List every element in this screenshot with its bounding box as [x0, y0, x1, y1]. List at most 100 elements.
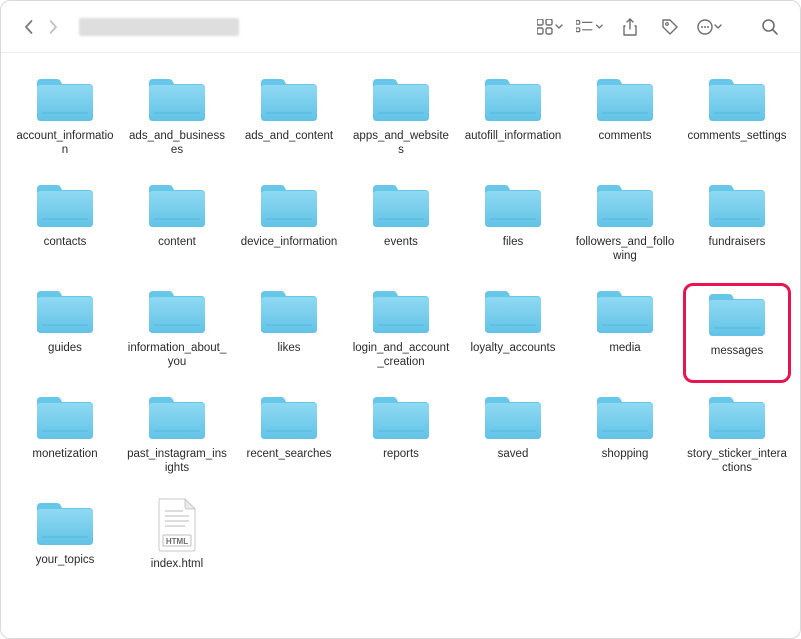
item-label: past_instagram_insights [127, 447, 227, 476]
item-label: messages [711, 344, 763, 358]
svg-text:HTML: HTML [166, 537, 188, 546]
share-icon [622, 18, 638, 36]
folder-icon [481, 179, 545, 231]
item-story-sticker-interactions[interactable]: story_sticker_interactions [683, 389, 791, 489]
forward-button[interactable] [41, 15, 65, 39]
folder-icon [593, 179, 657, 231]
item-label: comments [598, 129, 651, 143]
finder-window: account_information ads_and_businesses a… [0, 0, 801, 639]
item-monetization[interactable]: monetization [11, 389, 119, 489]
folder-icon [257, 179, 321, 231]
item-contacts[interactable]: contacts [11, 177, 119, 277]
item-device-information[interactable]: device_information [235, 177, 343, 277]
html-file-icon: HTML [151, 497, 203, 553]
more-button[interactable] [696, 15, 724, 39]
item-login-and-account-creation[interactable]: login_and_account_creation [347, 283, 455, 383]
item-label: account_information [15, 129, 115, 158]
folder-icon [257, 391, 321, 443]
item-label: contacts [44, 235, 87, 249]
item-index-html[interactable]: HTML index.html [123, 495, 231, 595]
folder-icon [257, 285, 321, 337]
item-account-information[interactable]: account_information [11, 71, 119, 171]
item-media[interactable]: media [571, 283, 679, 383]
item-ads-and-businesses[interactable]: ads_and_businesses [123, 71, 231, 171]
folder-icon [593, 285, 657, 337]
item-recent-searches[interactable]: recent_searches [235, 389, 343, 489]
content-area: account_information ads_and_businesses a… [1, 53, 800, 638]
group-by-button[interactable] [576, 15, 604, 39]
folder-icon [481, 73, 545, 125]
item-label: followers_and_following [575, 235, 675, 264]
back-button[interactable] [17, 15, 41, 39]
folder-icon [481, 285, 545, 337]
folder-icon [145, 391, 209, 443]
item-past-instagram-insights[interactable]: past_instagram_insights [123, 389, 231, 489]
folder-icon [705, 391, 769, 443]
folder-icon [33, 497, 97, 549]
search-button[interactable] [756, 15, 784, 39]
item-label: information_about_you [127, 341, 227, 370]
folder-icon [705, 73, 769, 125]
folder-icon [145, 73, 209, 125]
item-guides[interactable]: guides [11, 283, 119, 383]
folder-icon [369, 179, 433, 231]
more-circle-icon [697, 18, 723, 36]
item-label: story_sticker_interactions [687, 447, 787, 476]
item-label: files [503, 235, 523, 249]
item-loyalty-accounts[interactable]: loyalty_accounts [459, 283, 567, 383]
item-events[interactable]: events [347, 177, 455, 277]
item-files[interactable]: files [459, 177, 567, 277]
item-label: likes [277, 341, 300, 355]
item-comments[interactable]: comments [571, 71, 679, 171]
folder-icon [33, 179, 97, 231]
item-label: reports [383, 447, 419, 461]
share-button[interactable] [616, 15, 644, 39]
chevron-left-icon [23, 19, 35, 35]
item-label: saved [498, 447, 529, 461]
item-label: events [384, 235, 418, 249]
item-label: ads_and_businesses [127, 129, 227, 158]
item-information-about-you[interactable]: information_about_you [123, 283, 231, 383]
grid-view-icon [537, 19, 563, 35]
folder-icon [33, 73, 97, 125]
item-reports[interactable]: reports [347, 389, 455, 489]
item-fundraisers[interactable]: fundraisers [683, 177, 791, 277]
item-label: ads_and_content [245, 129, 333, 143]
item-followers-and-following[interactable]: followers_and_following [571, 177, 679, 277]
item-label: index.html [151, 557, 203, 571]
item-ads-and-content[interactable]: ads_and_content [235, 71, 343, 171]
folder-icon [33, 391, 97, 443]
folder-icon [705, 179, 769, 231]
item-messages[interactable]: messages [683, 283, 791, 383]
path-title-redacted [79, 18, 239, 36]
item-label: login_and_account_creation [351, 341, 451, 370]
item-saved[interactable]: saved [459, 389, 567, 489]
item-comments-settings[interactable]: comments_settings [683, 71, 791, 171]
folder-icon [369, 285, 433, 337]
tag-icon [661, 18, 679, 36]
item-shopping[interactable]: shopping [571, 389, 679, 489]
item-content[interactable]: content [123, 177, 231, 277]
item-label: content [158, 235, 196, 249]
folder-icon [145, 285, 209, 337]
search-icon [761, 18, 779, 36]
icon-grid: account_information ads_and_businesses a… [11, 71, 790, 595]
item-label: recent_searches [246, 447, 331, 461]
folder-icon [369, 391, 433, 443]
item-label: your_topics [36, 553, 95, 567]
item-label: shopping [602, 447, 649, 461]
item-autofill-information[interactable]: autofill_information [459, 71, 567, 171]
item-label: media [609, 341, 640, 355]
item-apps-and-websites[interactable]: apps_and_websites [347, 71, 455, 171]
item-your-topics[interactable]: your_topics [11, 495, 119, 595]
item-label: fundraisers [709, 235, 766, 249]
folder-icon [705, 288, 769, 340]
item-likes[interactable]: likes [235, 283, 343, 383]
item-label: guides [48, 341, 82, 355]
group-by-icon [576, 19, 604, 35]
tag-button[interactable] [656, 15, 684, 39]
item-label: loyalty_accounts [470, 341, 555, 355]
toolbar [1, 1, 800, 53]
item-label: device_information [241, 235, 338, 249]
view-mode-button[interactable] [536, 15, 564, 39]
